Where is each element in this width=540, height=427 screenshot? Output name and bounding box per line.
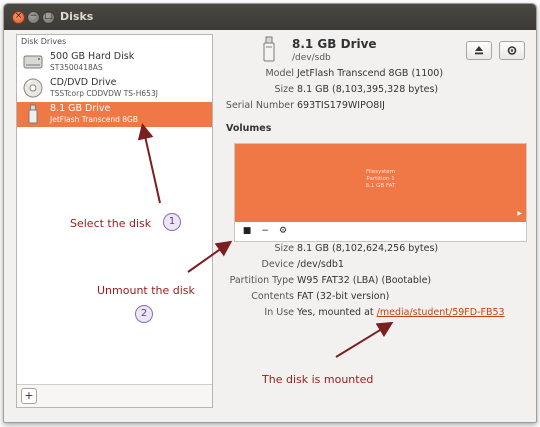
annotation-select: Select the disk <box>70 217 152 230</box>
partition-line-2: Partition 1 <box>366 176 395 182</box>
drive-name: CD/DVD Drive <box>50 77 117 88</box>
remove-partition-button[interactable]: − <box>258 225 272 238</box>
contents-value: FAT (32-bit version) <box>297 291 390 302</box>
unmount-button[interactable]: ■ <box>240 225 254 238</box>
step-badge-2: 2 <box>135 305 153 323</box>
volume-size-value: 8.1 GB (8,102,624,256 bytes) <box>297 243 439 254</box>
volume-device-value: /dev/sdb1 <box>297 259 344 270</box>
size-label: Size <box>274 84 294 95</box>
window-title: Disks <box>60 10 94 23</box>
size-value: 8.1 GB (8,103,395,328 bytes) <box>297 84 439 95</box>
contents-label: Contents <box>251 291 294 302</box>
mount-path-link[interactable]: /media/student/59FD-FB53 <box>377 307 505 318</box>
minimize-icon: − <box>29 11 38 21</box>
drive-title: 8.1 GB Drive <box>292 37 377 51</box>
volume-toolbar: ■ − ⚙ <box>234 222 527 242</box>
serial-label: Serial Number <box>225 100 294 111</box>
partition-type-value: W95 FAT32 (LBA) (Bootable) <box>297 275 432 286</box>
sidebar-toolbar: + <box>17 384 212 407</box>
drive-model: JetFlash Transcend 8GB <box>50 115 138 124</box>
optical-disc-icon <box>23 78 43 98</box>
minimize-window-button[interactable]: − <box>27 11 40 24</box>
model-label: Model <box>265 68 294 79</box>
volumes-header: Volumes <box>226 123 272 134</box>
maximize-icon: □ <box>44 11 53 21</box>
drive-device-path: /dev/sdb <box>292 53 331 63</box>
drive-name: 500 GB Hard Disk <box>50 51 135 62</box>
maximize-window-button[interactable]: □ <box>42 11 55 24</box>
sidebar-header: Disk Drives <box>21 37 67 46</box>
add-button[interactable]: + <box>21 388 37 404</box>
disks-window: × − □ Disks Disk Drives 500 GB Hard Disk… <box>3 3 537 423</box>
drive-model: ST3500418AS <box>50 63 103 72</box>
in-use-value: Yes, mounted at /media/student/59FD-FB53 <box>297 307 505 318</box>
eject-icon <box>475 46 483 55</box>
partition-block[interactable]: Filesystem Partition 1 8.1 GB FAT ▶ <box>234 143 527 223</box>
title-bar: × − □ Disks <box>4 4 536 30</box>
hard-disk-icon <box>23 55 43 69</box>
volume-settings-button[interactable]: ⚙ <box>276 225 290 238</box>
drive-name: 8.1 GB Drive <box>50 103 111 114</box>
partition-line-1: Filesystem <box>365 169 396 175</box>
serial-value: 693TIS179WIPO8IJ <box>297 100 385 111</box>
drive-model: TSSTcorp CDDVDW TS-H653J <box>50 89 158 98</box>
volume-device-label: Device <box>261 259 295 270</box>
drive-item-hard-disk[interactable]: 500 GB Hard Disk ST3500418AS <box>17 50 212 75</box>
in-use-prefix: Yes, mounted at <box>297 307 374 318</box>
drive-item-optical[interactable]: CD/DVD Drive TSSTcorp CDDVDW TS-H653J <box>17 76 212 101</box>
volume-size-label: Size <box>274 243 294 254</box>
step-badge-1: 1 <box>163 213 181 231</box>
partition-arrow-icon: ▶ <box>517 210 522 217</box>
drive-settings-button[interactable] <box>499 41 525 60</box>
close-icon: × <box>14 11 23 21</box>
gear-icon <box>507 46 517 55</box>
annotation-unmount: Unmount the disk <box>97 284 195 297</box>
close-window-button[interactable]: × <box>12 11 25 24</box>
model-value: JetFlash Transcend 8GB (1100) <box>297 68 444 79</box>
usb-drive-icon <box>28 104 38 124</box>
partition-label: Filesystem Partition 1 8.1 GB FAT <box>235 169 526 190</box>
partition-type-label: Partition Type <box>229 275 294 286</box>
annotation-mounted: The disk is mounted <box>262 373 374 386</box>
eject-button[interactable] <box>466 41 492 60</box>
in-use-label: In Use <box>264 307 294 318</box>
usb-drive-large-icon <box>263 36 275 62</box>
partition-line-3: 8.1 GB FAT <box>365 183 396 189</box>
drive-item-usb[interactable]: 8.1 GB Drive JetFlash Transcend 8GB <box>17 102 212 127</box>
